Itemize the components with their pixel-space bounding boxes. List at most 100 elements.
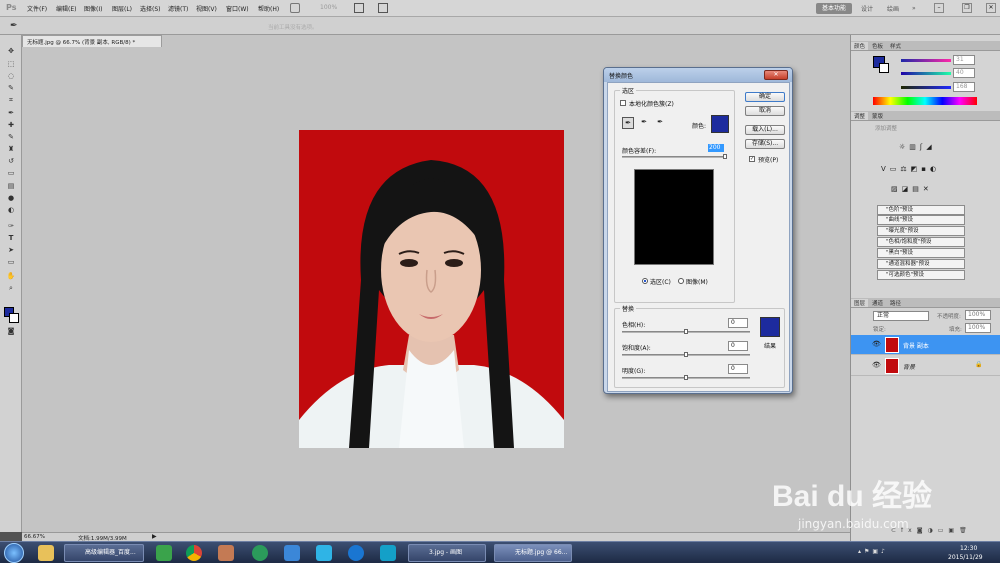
menu-filter[interactable]: 滤镜(T) xyxy=(168,4,188,13)
clone-stamp-icon[interactable]: ♜ xyxy=(4,145,18,154)
b-value[interactable]: 168 xyxy=(953,82,975,92)
eyedropper-icon[interactable]: ✒ xyxy=(622,117,634,129)
clock-time[interactable]: 12:30 xyxy=(960,545,977,552)
ok-button[interactable]: 确定 xyxy=(745,92,785,102)
zoom-readout[interactable]: 66.67% xyxy=(24,534,45,540)
eye-icon[interactable]: 👁 xyxy=(872,340,881,348)
workspace-button[interactable]: 基本功能 xyxy=(816,3,852,14)
eyedropper-minus-icon[interactable]: ✒ xyxy=(654,117,666,129)
opacity-input[interactable]: 100% xyxy=(965,310,991,320)
layer-name[interactable]: 背景 副本 xyxy=(903,341,929,350)
preset-channel-mixer[interactable]: "通道混和器"预设 xyxy=(877,259,965,269)
hand-tool-icon[interactable] xyxy=(290,3,300,13)
expand-icon[interactable]: » xyxy=(912,5,916,12)
app-icon-3[interactable] xyxy=(284,545,300,561)
menu-image[interactable]: 图像(I) xyxy=(84,4,102,13)
app-icon-6[interactable] xyxy=(380,545,396,561)
fuzziness-slider-thumb[interactable] xyxy=(723,154,727,159)
app-icon-5[interactable] xyxy=(348,545,364,561)
taskbar-app-paint[interactable]: 3.jpg - 画图 xyxy=(408,544,486,562)
result-color-swatch[interactable] xyxy=(760,317,780,337)
layer-name[interactable]: 背景 xyxy=(903,362,915,371)
gradient-tool-icon[interactable]: ▤ xyxy=(4,182,18,191)
preview-checkbox[interactable]: ✓ xyxy=(749,156,755,162)
move-tool-icon[interactable]: ✥ xyxy=(4,47,18,56)
arrange-icon[interactable] xyxy=(354,3,364,13)
preset-curves[interactable]: "曲线"预设 xyxy=(877,215,965,225)
layer-row-selected[interactable]: 👁 背景 副本 xyxy=(851,335,1000,355)
start-button[interactable] xyxy=(4,543,24,563)
preset-hue-saturation[interactable]: "色相/饱和度"预设 xyxy=(877,237,965,247)
portrait-photo[interactable] xyxy=(299,130,564,448)
folder-icon[interactable] xyxy=(38,545,54,561)
menu-view[interactable]: 视图(V) xyxy=(196,4,217,13)
r-slider[interactable] xyxy=(901,59,951,62)
quick-select-tool-icon[interactable]: ✎ xyxy=(4,84,18,93)
load-button[interactable]: 载入(L)... xyxy=(745,125,785,135)
dodge-tool-icon[interactable]: ◐ xyxy=(4,206,18,215)
close-button[interactable]: ✕ xyxy=(986,3,996,13)
browser-icon[interactable] xyxy=(252,545,268,561)
color-bg-swatch[interactable] xyxy=(879,63,889,73)
marquee-tool-icon[interactable]: ⬚ xyxy=(4,60,18,69)
crop-tool-icon[interactable]: ⌗ xyxy=(4,96,18,105)
fuzziness-slider[interactable] xyxy=(622,156,727,158)
history-brush-icon[interactable]: ↺ xyxy=(4,157,18,166)
localized-checkbox[interactable] xyxy=(620,100,626,106)
preset-exposure[interactable]: "曝光度"预设 xyxy=(877,226,965,236)
eyedropper-plus-icon[interactable]: ✒ xyxy=(638,117,650,129)
tab-color[interactable]: 颜色 xyxy=(851,42,869,50)
preset-selective-color[interactable]: "可选颜色"预设 xyxy=(877,270,965,280)
fuzziness-input[interactable]: 200 xyxy=(708,144,724,152)
saturation-slider-thumb[interactable] xyxy=(684,352,688,357)
clock-date[interactable]: 2015/11/29 xyxy=(948,554,983,561)
status-arrow-icon[interactable]: ▶ xyxy=(152,533,157,540)
g-slider[interactable] xyxy=(901,72,951,75)
hue-input[interactable]: 0 xyxy=(728,318,748,328)
preset-levels[interactable]: "色阶"预设 xyxy=(877,205,965,215)
type-tool-icon[interactable]: T xyxy=(4,234,18,243)
lightness-input[interactable]: 0 xyxy=(728,364,748,374)
selection-color-swatch[interactable] xyxy=(711,115,729,133)
blend-mode-select[interactable]: 正常 xyxy=(873,311,929,321)
tab-styles[interactable]: 样式 xyxy=(887,42,904,50)
preset-black-white[interactable]: "黑白"预设 xyxy=(877,248,965,258)
chrome-icon[interactable] xyxy=(186,545,202,561)
screen-mode-icon[interactable] xyxy=(378,3,388,13)
zoom-level[interactable]: 100% xyxy=(320,4,337,11)
document-tab[interactable]: 无标题.jpg @ 66.7% (背景 副本, RGB/8) * xyxy=(22,35,162,47)
save-button[interactable]: 存储(S)... xyxy=(745,139,785,149)
r-value[interactable]: 31 xyxy=(953,55,975,65)
quick-mask-icon[interactable]: ◙ xyxy=(4,327,18,336)
menu-select[interactable]: 选择(S) xyxy=(140,4,161,13)
tab-swatches[interactable]: 色板 xyxy=(869,42,886,50)
restore-button[interactable]: ❐ xyxy=(962,3,972,13)
b-slider[interactable] xyxy=(901,86,951,89)
menu-window[interactable]: 窗口(W) xyxy=(226,4,249,13)
app-icon-4[interactable] xyxy=(316,545,332,561)
menu-layer[interactable]: 图层(L) xyxy=(112,4,132,13)
minimize-button[interactable]: – xyxy=(934,3,944,13)
blur-tool-icon[interactable]: ● xyxy=(4,194,18,203)
g-value[interactable]: 40 xyxy=(953,68,975,78)
eyedropper-tool-icon[interactable]: ✒ xyxy=(10,21,18,31)
menu-edit[interactable]: 编辑(E) xyxy=(56,4,76,13)
layer-row[interactable]: 👁 背景 🔒 xyxy=(851,356,1000,376)
lasso-tool-icon[interactable]: ◌ xyxy=(4,72,18,81)
path-select-icon[interactable]: ➤ xyxy=(4,246,18,255)
pen-tool-icon[interactable]: ✑ xyxy=(4,222,18,231)
hand-icon[interactable]: ✋ xyxy=(4,272,18,281)
color-spectrum[interactable] xyxy=(873,97,977,105)
radio-image[interactable] xyxy=(678,278,684,284)
tab-masks[interactable]: 蒙版 xyxy=(869,112,886,120)
tab-channels[interactable]: 通道 xyxy=(869,299,886,307)
menu-file[interactable]: 文件(F) xyxy=(27,4,47,13)
app-icon-1[interactable] xyxy=(156,545,172,561)
healing-brush-icon[interactable]: ✚ xyxy=(4,121,18,130)
tab-layers[interactable]: 图层 xyxy=(851,299,869,307)
saturation-input[interactable]: 0 xyxy=(728,341,748,351)
tab-adjustments[interactable]: 调整 xyxy=(851,112,869,120)
menu-help[interactable]: 帮助(H) xyxy=(258,4,279,13)
background-color[interactable] xyxy=(9,313,19,323)
dialog-titlebar[interactable]: 替换颜色 ✕ xyxy=(604,68,792,82)
